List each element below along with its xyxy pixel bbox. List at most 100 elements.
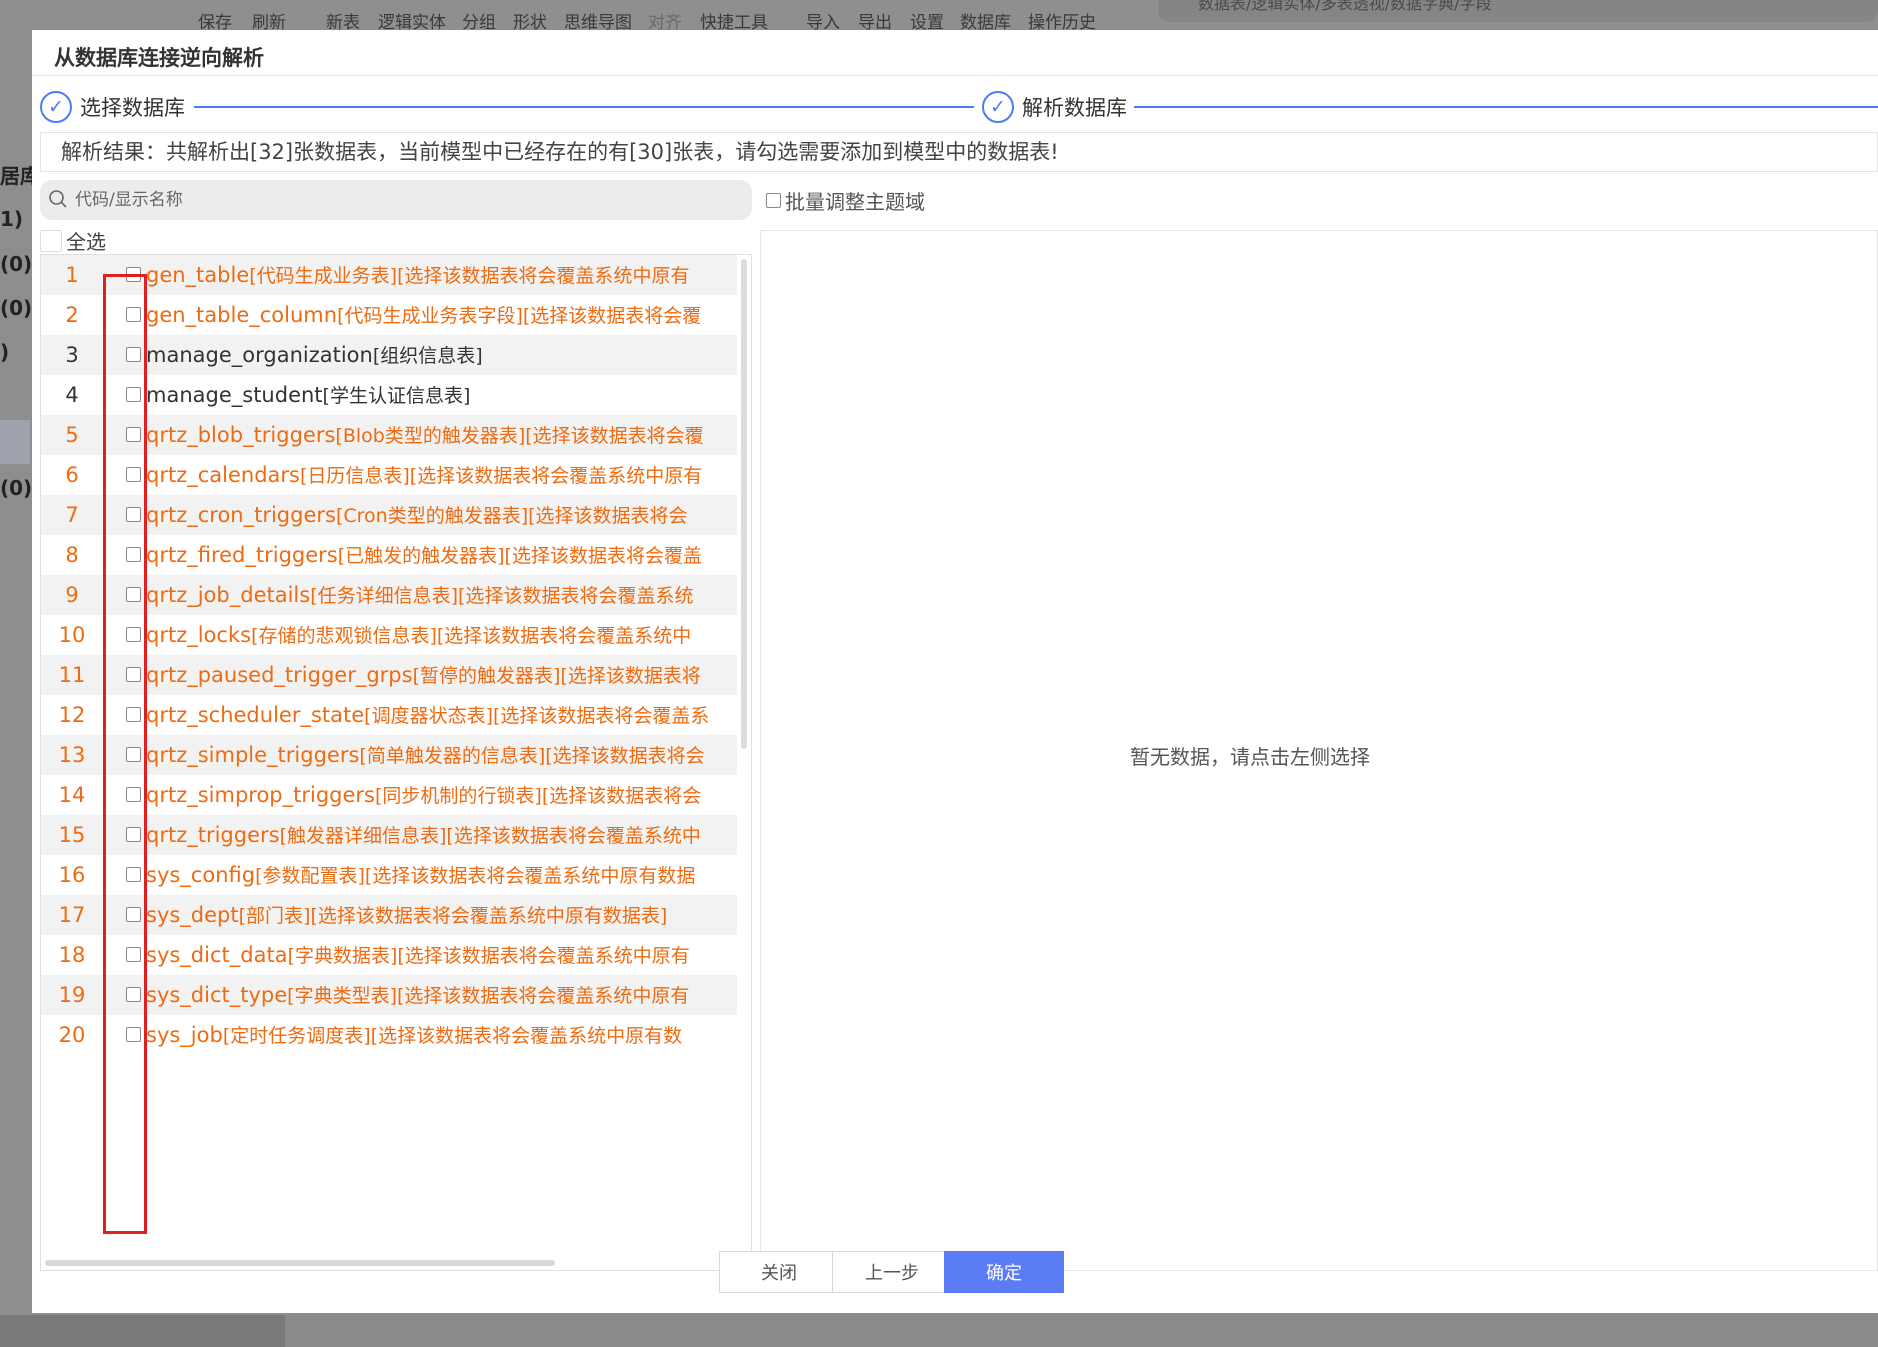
background-toolbar: 保存 刷新 新表 逻辑实体 分组 形状 思维导图 对齐 快捷工具 导入 导出 设… — [0, 0, 1878, 33]
table-name: qrtz_scheduler_state[调度器状态表][选择该数据表将会覆盖系 — [146, 695, 709, 736]
table-description: [组织信息表] — [372, 345, 483, 367]
select-all-checkbox[interactable] — [40, 229, 62, 252]
table-name: gen_table[代码生成业务表][选择该数据表将会覆盖系统中原有 — [146, 255, 690, 296]
row-checkbox[interactable] — [126, 507, 141, 522]
search-box[interactable] — [40, 180, 752, 220]
table-row[interactable]: 17 sys_dept[部门表][选择该数据表将会覆盖系统中原有数据表] — [41, 895, 737, 935]
row-checkbox[interactable] — [126, 987, 141, 1002]
table-row[interactable]: 19 sys_dict_type[字典类型表][选择该数据表将会覆盖系统中原有 — [41, 975, 737, 1015]
table-row[interactable]: 13 qrtz_simple_triggers[简单触发器的信息表][选择该数据表… — [41, 735, 737, 775]
table-row[interactable]: 16 sys_config[参数配置表][选择该数据表将会覆盖系统中原有数据 — [41, 855, 737, 895]
table-code: qrtz_simple_triggers — [146, 743, 360, 767]
table-row[interactable]: 3 manage_organization[组织信息表] — [41, 335, 737, 375]
row-checkbox[interactable] — [126, 947, 141, 962]
row-number: 5 — [65, 423, 79, 447]
row-number: 3 — [65, 343, 79, 367]
table-code: sys_dict_type — [146, 983, 288, 1007]
table-description: [定时任务调度表][选择该数据表将会覆盖系统中原有数 — [222, 1025, 683, 1047]
table-row[interactable]: 15 qrtz_triggers[触发器详细信息表][选择该数据表将会覆盖系统中 — [41, 815, 737, 855]
row-checkbox[interactable] — [126, 587, 141, 602]
confirm-button[interactable]: 确定 — [944, 1251, 1064, 1293]
row-number: 10 — [58, 623, 86, 647]
row-checkbox[interactable] — [126, 1027, 141, 1042]
vertical-scrollbar[interactable] — [741, 259, 747, 749]
row-checkbox[interactable] — [126, 787, 141, 802]
step-connector — [194, 106, 974, 108]
table-row[interactable]: 14 qrtz_simprop_triggers[同步机制的行锁表][选择该数据表… — [41, 775, 737, 815]
row-number: 14 — [58, 783, 86, 807]
table-description: [同步机制的行锁表][选择该数据表将会 — [375, 785, 702, 807]
table-row[interactable]: 4 manage_student[学生认证信息表] — [41, 375, 737, 415]
batch-adjust-label: 批量调整主题域 — [785, 190, 925, 214]
batch-adjust-topic[interactable]: 批量调整主题域 — [766, 186, 925, 215]
table-code: qrtz_paused_trigger_grps — [146, 663, 413, 687]
table-name: qrtz_fired_triggers[已触发的触发器表][选择该数据表将会覆盖 — [146, 535, 702, 576]
table-name: qrtz_paused_trigger_grps[暂停的触发器表][选择该数据表… — [146, 655, 701, 696]
horizontal-scrollbar[interactable] — [45, 1260, 555, 1266]
background-search-placeholder: 数据表/逻辑实体/多表透视/数据字典/字段 — [1198, 0, 1492, 13]
table-row[interactable]: 8 qrtz_fired_triggers[已触发的触发器表][选择该数据表将会覆… — [41, 535, 737, 575]
row-checkbox[interactable] — [126, 547, 141, 562]
table-description: [字典数据表][选择该数据表将会覆盖系统中原有 — [287, 945, 690, 967]
row-checkbox[interactable] — [126, 827, 141, 842]
row-checkbox[interactable] — [126, 467, 141, 482]
table-row[interactable]: 20 sys_job[定时任务调度表][选择该数据表将会覆盖系统中原有数 — [41, 1015, 737, 1055]
row-number: 4 — [65, 383, 79, 407]
row-checkbox[interactable] — [126, 267, 141, 282]
row-checkbox[interactable] — [126, 747, 141, 762]
table-row[interactable]: 9 qrtz_job_details[任务详细信息表][选择该数据表将会覆盖系统 — [41, 575, 737, 615]
row-checkbox[interactable] — [126, 347, 141, 362]
search-input[interactable] — [75, 184, 735, 216]
row-checkbox[interactable] — [126, 667, 141, 682]
table-description: [简单触发器的信息表][选择该数据表将会 — [359, 745, 705, 767]
table-list[interactable]: 20 sys_job[定时任务调度表][选择该数据表将会覆盖系统中原有数 19 sys… — [40, 254, 752, 1271]
table-row[interactable]: 12 qrtz_scheduler_state[调度器状态表][选择该数据表将会覆… — [41, 695, 737, 735]
sidebar-fragment: (0) — [0, 296, 33, 320]
table-row[interactable]: 7 qrtz_cron_triggers[Cron类型的触发器表][选择该数据表将… — [41, 495, 737, 535]
row-number: 20 — [58, 1023, 86, 1047]
row-number: 12 — [58, 703, 86, 727]
table-name: sys_config[参数配置表][选择该数据表将会覆盖系统中原有数据 — [146, 855, 695, 896]
table-name: gen_table_column[代码生成业务表字段][选择该数据表将会覆 — [146, 295, 701, 336]
table-row[interactable]: 6 qrtz_calendars[日历信息表][选择该数据表将会覆盖系统中原有 — [41, 455, 737, 495]
table-row[interactable]: 10 qrtz_locks[存储的悲观锁信息表][选择该数据表将会覆盖系统中 — [41, 615, 737, 655]
table-code: sys_dict_data — [146, 943, 288, 967]
row-checkbox[interactable] — [126, 627, 141, 642]
close-button[interactable]: 关闭 — [719, 1251, 839, 1293]
prev-step-button[interactable]: 上一步 — [832, 1251, 952, 1293]
dialog-title: 从数据库连接逆向解析 — [54, 46, 264, 70]
select-all[interactable]: 全选 — [40, 226, 106, 255]
row-checkbox[interactable] — [126, 707, 141, 722]
table-code: qrtz_simprop_triggers — [146, 783, 375, 807]
table-name: qrtz_job_details[任务详细信息表][选择该数据表将会覆盖系统 — [146, 575, 693, 616]
row-checkbox[interactable] — [126, 427, 141, 442]
row-number: 19 — [58, 983, 86, 1007]
row-checkbox[interactable] — [126, 907, 141, 922]
table-row[interactable]: 1 gen_table[代码生成业务表][选择该数据表将会覆盖系统中原有 — [41, 255, 737, 295]
empty-state-text: 暂无数据，请点击左侧选择 — [1130, 745, 1370, 769]
table-row[interactable]: 18 sys_dict_data[字典数据表][选择该数据表将会覆盖系统中原有 — [41, 935, 737, 975]
table-description: [Cron类型的触发器表][选择该数据表将会 — [335, 505, 688, 527]
title-divider — [32, 75, 1878, 76]
table-description: [学生认证信息表] — [322, 385, 471, 407]
table-code: qrtz_calendars — [146, 463, 300, 487]
reverse-parse-dialog: 从数据库连接逆向解析 ✓ 选择数据库 ✓ 解析数据库 解析结果：共解析出[32]… — [32, 30, 1878, 1313]
batch-adjust-checkbox[interactable] — [766, 193, 781, 208]
row-checkbox[interactable] — [126, 387, 141, 402]
row-checkbox[interactable] — [126, 307, 141, 322]
table-row[interactable]: 5 qrtz_blob_triggers[Blob类型的触发器表][选择该数据表将… — [41, 415, 737, 455]
background-search: 数据表/逻辑实体/多表透视/数据字典/字段 — [1158, 0, 1878, 22]
row-number: 8 — [65, 543, 79, 567]
table-row[interactable]: 2 gen_table_column[代码生成业务表字段][选择该数据表将会覆 — [41, 295, 737, 335]
table-name: qrtz_cron_triggers[Cron类型的触发器表][选择该数据表将会 — [146, 495, 688, 536]
background-bottom-strip — [285, 1315, 1878, 1347]
table-name: qrtz_simprop_triggers[同步机制的行锁表][选择该数据表将会 — [146, 775, 701, 816]
row-number: 7 — [65, 503, 79, 527]
table-row[interactable]: 11 qrtz_paused_trigger_grps[暂停的触发器表][选择该数… — [41, 655, 737, 695]
table-code: qrtz_scheduler_state — [146, 703, 365, 727]
check-circle-icon: ✓ — [40, 91, 72, 123]
sidebar-selected-item — [0, 420, 30, 464]
row-checkbox[interactable] — [126, 867, 141, 882]
row-number: 9 — [65, 583, 79, 607]
step-parse-database: ✓ 解析数据库 — [982, 90, 1127, 124]
